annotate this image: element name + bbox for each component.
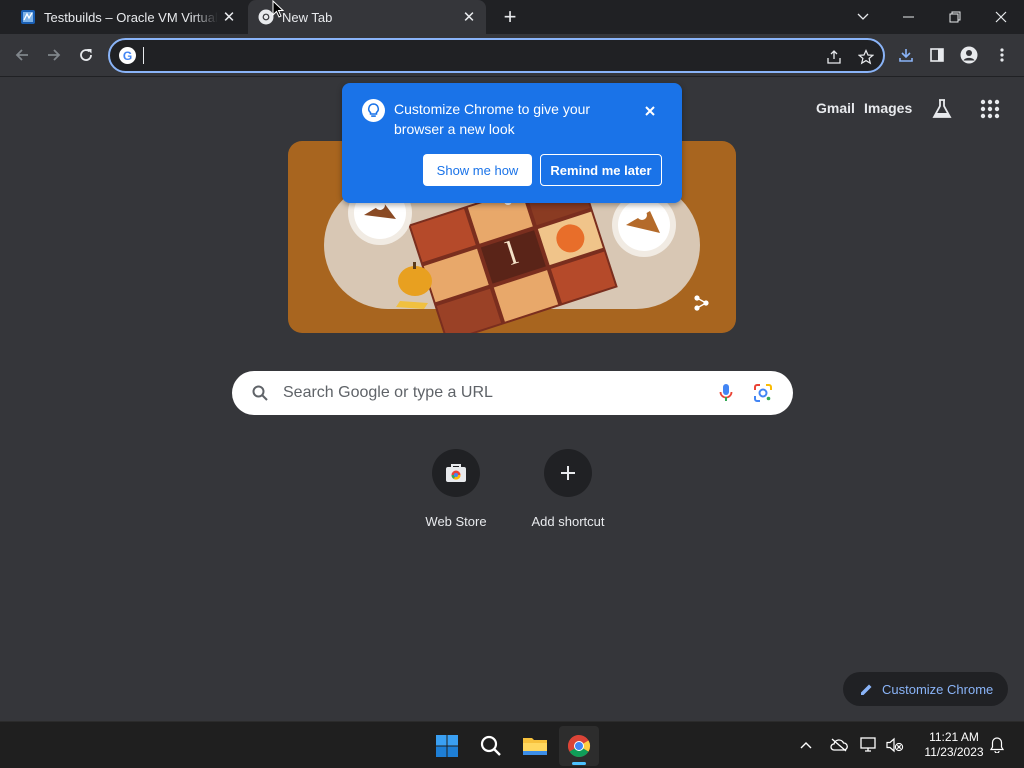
restore-icon[interactable] — [932, 0, 978, 34]
labs-flask-icon — [932, 99, 952, 118]
active-app-indicator — [572, 762, 586, 765]
shortcut-label: Add shortcut — [531, 514, 605, 529]
download-icon — [899, 49, 913, 62]
volume-muted-icon[interactable] — [884, 734, 906, 756]
more-vert-icon — [1000, 48, 1004, 62]
shortcut-web-store[interactable]: Web Store — [401, 449, 511, 529]
images-link[interactable]: Images — [864, 100, 912, 116]
gmail-link[interactable]: Gmail — [816, 100, 855, 116]
file-explorer-icon — [523, 738, 547, 755]
tab-title: Testbuilds – Oracle VM VirtualBox — [44, 9, 218, 25]
tab-strip: Testbuilds – Oracle VM VirtualBox ✕ New … — [0, 0, 1024, 34]
shortcut-label: Web Store — [425, 514, 487, 529]
shortcut-icon-tile — [544, 449, 592, 497]
customize-chrome-button[interactable]: Customize Chrome — [843, 672, 1008, 706]
downloads-button[interactable] — [892, 41, 920, 69]
remind-me-later-button[interactable]: Remind me later — [540, 154, 662, 186]
shortcut-add[interactable]: Add shortcut — [513, 449, 623, 529]
ntp-search-box[interactable]: Search Google or type a URL — [232, 371, 793, 415]
show-hidden-icons-chevron-icon[interactable] — [795, 734, 817, 756]
tab-close-icon[interactable]: ✕ — [458, 8, 480, 26]
lens-search-icon[interactable] — [753, 383, 773, 403]
virtualbox-icon — [21, 10, 35, 24]
address-bar[interactable]: G — [108, 38, 885, 73]
back-button[interactable] — [8, 41, 36, 69]
reload-icon — [80, 49, 92, 61]
side-panel-icon — [930, 48, 944, 62]
network-icon[interactable] — [858, 734, 880, 756]
show-me-how-button[interactable]: Show me how — [423, 154, 532, 186]
toolbar: G — [0, 34, 1024, 77]
clock-date: 11/23/2023 — [924, 745, 984, 759]
search-icon — [480, 735, 501, 756]
taskbar-clock[interactable]: 11:21 AM 11/23/2023 — [916, 730, 992, 760]
windows-taskbar: 11:21 AM 11/23/2023 — [0, 721, 1024, 768]
minimize-icon[interactable] — [886, 0, 932, 34]
clock-time: 11:21 AM — [929, 730, 979, 744]
profile-icon — [960, 46, 978, 64]
shortcut-icon-tile — [432, 449, 480, 497]
forward-arrow-icon — [48, 49, 61, 61]
search-placeholder: Search Google or type a URL — [283, 384, 493, 401]
forward-button[interactable] — [40, 41, 68, 69]
google-g-icon: G — [119, 47, 136, 64]
labs-button[interactable] — [929, 96, 955, 122]
web-store-icon — [446, 464, 466, 482]
lightbulb-icon — [362, 99, 385, 122]
chrome-taskbar-button[interactable] — [559, 726, 599, 766]
taskbar-search-button[interactable] — [471, 726, 511, 766]
customize-chrome-label: Customize Chrome — [882, 681, 994, 697]
text-caret — [143, 47, 144, 64]
bookmark-star-icon[interactable] — [856, 47, 876, 67]
bubble-message: Customize Chrome to give your browser a … — [394, 101, 591, 137]
reload-button[interactable] — [72, 41, 100, 69]
voice-search-icon[interactable] — [719, 383, 733, 403]
file-explorer-button[interactable] — [515, 726, 555, 766]
mouse-cursor-icon — [272, 0, 284, 18]
apps-grid-icon — [980, 99, 1000, 119]
tab-virtualbox[interactable]: Testbuilds – Oracle VM VirtualBox ✕ — [10, 0, 246, 34]
tab-close-icon[interactable]: ✕ — [218, 8, 240, 26]
start-icon — [436, 735, 458, 757]
pencil-icon — [861, 684, 872, 695]
search-icon — [252, 385, 268, 401]
new-tab-button[interactable]: + — [498, 4, 522, 30]
notifications-bell-icon[interactable] — [986, 734, 1008, 756]
chrome-menu-button[interactable] — [988, 41, 1016, 69]
tab-search-icon[interactable] — [840, 0, 886, 34]
profile-button[interactable] — [955, 41, 983, 69]
share-icon[interactable] — [824, 47, 844, 67]
tab-title: New Tab — [282, 9, 333, 25]
google-apps-button[interactable] — [978, 97, 1002, 121]
chrome-icon — [568, 735, 590, 757]
start-button[interactable] — [427, 726, 467, 766]
close-window-icon[interactable] — [978, 0, 1024, 34]
customize-chrome-promo-bubble: Customize Chrome to give your browser a … — [342, 83, 682, 203]
plus-icon — [561, 466, 575, 480]
side-panel-button[interactable] — [923, 41, 951, 69]
close-icon[interactable] — [640, 101, 660, 121]
onedrive-offline-icon[interactable] — [828, 734, 850, 756]
back-arrow-icon — [15, 49, 28, 61]
